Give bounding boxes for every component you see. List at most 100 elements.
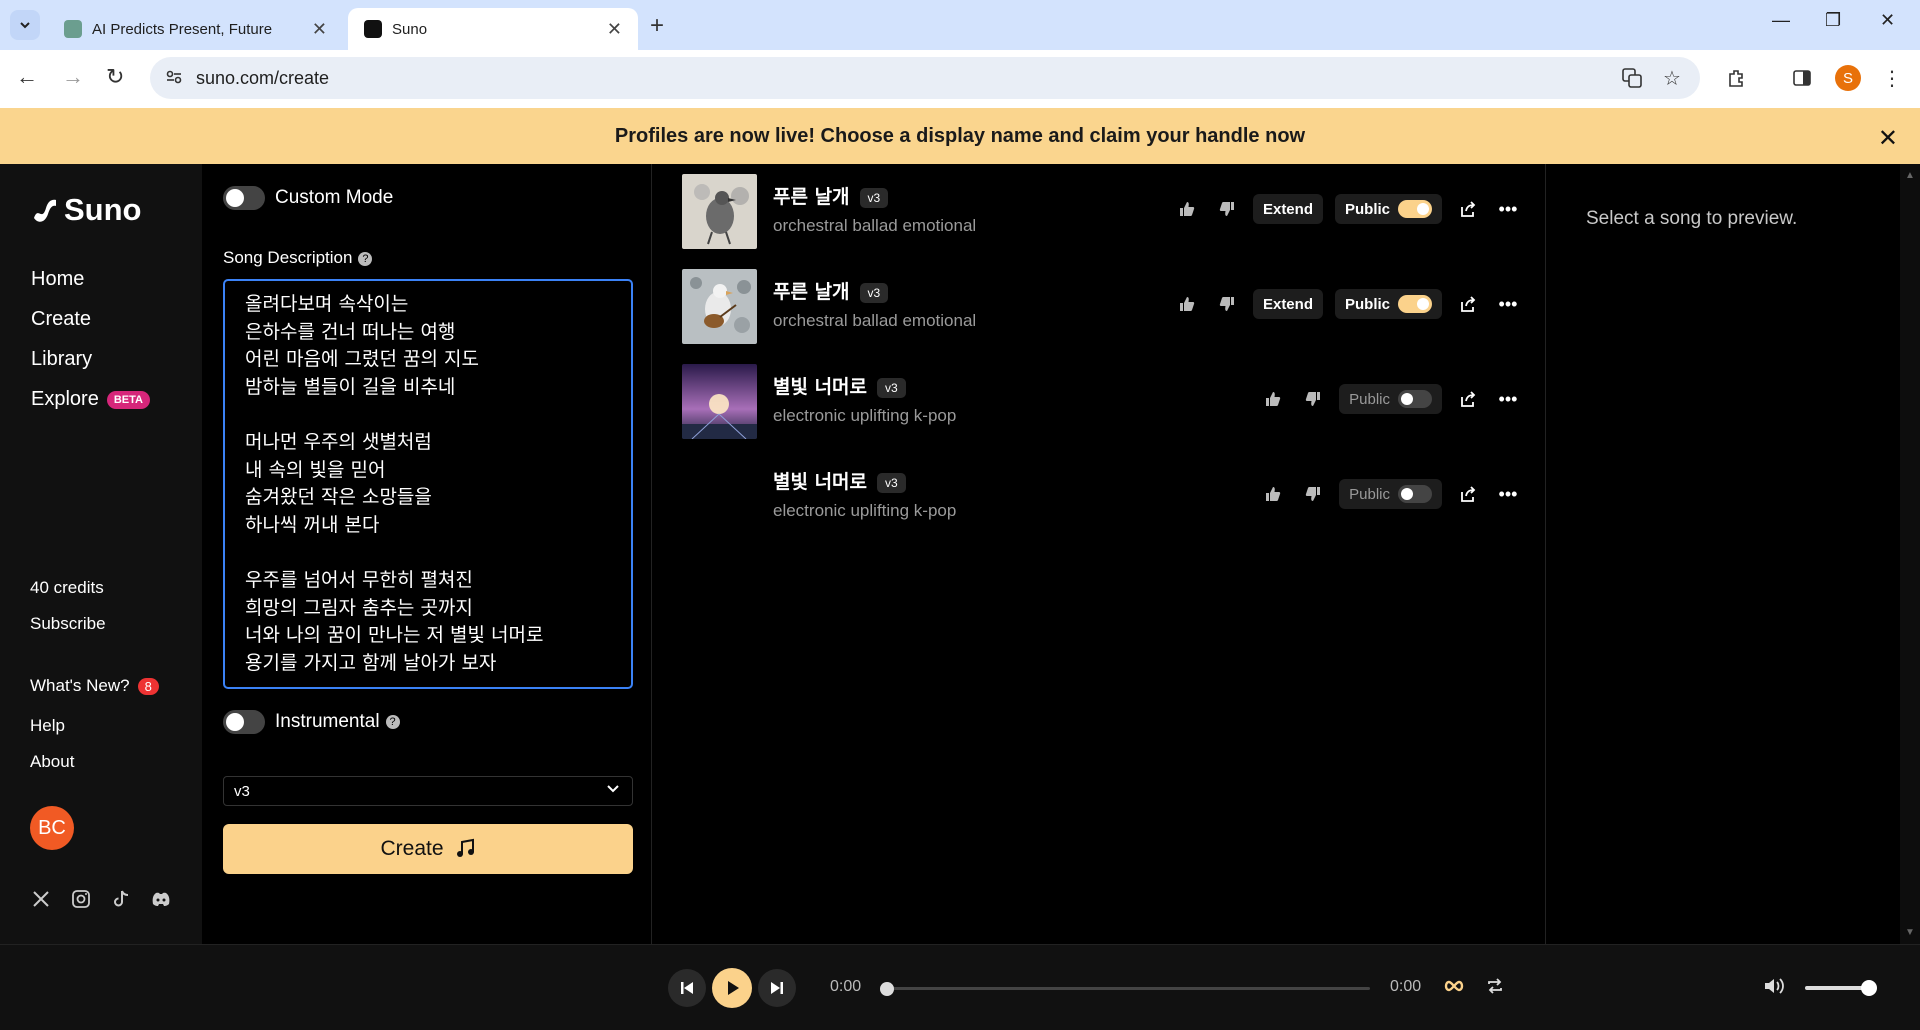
tab-suno[interactable]: Suno ✕ bbox=[348, 8, 638, 50]
about-link[interactable]: About bbox=[30, 752, 74, 772]
song-title[interactable]: 별빛 너머로 v3 bbox=[773, 467, 906, 494]
public-toggle[interactable] bbox=[1398, 200, 1432, 218]
tiktok-icon[interactable] bbox=[109, 887, 133, 911]
thumbs-up-icon[interactable] bbox=[1259, 385, 1287, 413]
thumbs-up-icon[interactable] bbox=[1173, 290, 1201, 318]
instrumental-toggle[interactable] bbox=[223, 710, 265, 734]
site-settings-icon[interactable] bbox=[164, 67, 184, 87]
song-title[interactable]: 푸른 날개 v3 bbox=[773, 182, 889, 209]
x-twitter-icon[interactable] bbox=[29, 887, 53, 911]
skip-back-icon[interactable] bbox=[668, 969, 706, 1007]
subscribe-link[interactable]: Subscribe bbox=[30, 614, 106, 634]
announcement-banner: Profiles are now live! Choose a display … bbox=[0, 108, 1920, 164]
chevron-down-icon bbox=[20, 22, 30, 29]
thumbs-up-icon[interactable] bbox=[1173, 195, 1201, 223]
model-version-select[interactable]: v3 bbox=[223, 776, 633, 806]
side-panel-icon[interactable] bbox=[1790, 66, 1814, 90]
forward-icon[interactable]: → bbox=[62, 64, 84, 90]
tab-ai-predicts[interactable]: AI Predicts Present, Future ✕ bbox=[48, 8, 343, 50]
more-options-icon[interactable]: ••• bbox=[1494, 290, 1522, 318]
thumbs-up-icon[interactable] bbox=[1259, 480, 1287, 508]
public-toggle[interactable] bbox=[1398, 390, 1432, 408]
nav-library[interactable]: Library bbox=[31, 348, 92, 371]
public-toggle-control[interactable]: Public bbox=[1334, 194, 1442, 224]
song-description-textarea[interactable]: 올려다보며 속삭이는 은하수를 건너 떠나는 여행 어린 마음에 그렸던 꿈의 … bbox=[223, 279, 633, 689]
play-icon[interactable] bbox=[712, 968, 752, 1008]
song-cover-image[interactable] bbox=[682, 174, 757, 249]
close-icon[interactable]: ✕ bbox=[1878, 124, 1898, 153]
scroll-up-icon[interactable]: ▲ bbox=[1905, 170, 1915, 181]
thumbs-down-icon[interactable] bbox=[1299, 385, 1327, 413]
share-icon[interactable] bbox=[1454, 195, 1482, 223]
help-icon[interactable]: ? bbox=[358, 251, 373, 266]
custom-mode-toggle[interactable] bbox=[223, 186, 265, 210]
thumbs-down-icon[interactable] bbox=[1299, 480, 1327, 508]
bookmark-star-icon[interactable]: ☆ bbox=[1660, 66, 1684, 90]
banner-text[interactable]: Profiles are now live! Choose a display … bbox=[615, 125, 1305, 148]
volume-icon[interactable] bbox=[1762, 975, 1786, 1002]
song-row[interactable]: 별빛 너머로 v3 electronic uplifting k-pop Publ… bbox=[682, 459, 1522, 539]
whats-new-link[interactable]: What's New? 8 bbox=[30, 676, 159, 696]
thumbs-down-icon[interactable] bbox=[1213, 290, 1241, 318]
extensions-icon[interactable] bbox=[1724, 66, 1748, 90]
song-cover-placeholder[interactable] bbox=[682, 459, 757, 534]
skip-forward-icon[interactable] bbox=[758, 969, 796, 1007]
minimize-icon[interactable]: — bbox=[1772, 10, 1790, 31]
progress-bar[interactable] bbox=[880, 982, 1370, 996]
song-row[interactable]: 푸른 날개 v3 orchestral ballad emotional Exte… bbox=[682, 269, 1522, 349]
repeat-icon[interactable] bbox=[1484, 975, 1506, 1002]
tab-search-button[interactable] bbox=[10, 10, 40, 40]
share-icon[interactable] bbox=[1454, 290, 1482, 318]
scroll-down-icon[interactable]: ▼ bbox=[1905, 927, 1915, 938]
public-toggle-control[interactable]: Public bbox=[1339, 384, 1442, 414]
more-options-icon[interactable]: ••• bbox=[1494, 385, 1522, 413]
song-cover-image[interactable] bbox=[682, 364, 757, 439]
create-button[interactable]: Create bbox=[223, 824, 633, 874]
back-icon[interactable]: ← bbox=[16, 64, 38, 90]
song-list: 푸른 날개 v3 orchestral ballad emotional Exte… bbox=[652, 164, 1545, 944]
audio-player: 0:00 0:00 bbox=[0, 944, 1920, 1030]
close-tab-icon[interactable]: ✕ bbox=[312, 19, 327, 40]
song-style: electronic uplifting k-pop bbox=[773, 406, 957, 425]
public-toggle-control[interactable]: Public bbox=[1334, 289, 1442, 319]
reload-icon[interactable]: ↻ bbox=[106, 64, 124, 90]
close-window-icon[interactable]: ✕ bbox=[1880, 10, 1895, 31]
volume-knob[interactable] bbox=[1861, 980, 1877, 996]
instagram-icon[interactable] bbox=[69, 887, 93, 911]
thumbs-down-icon[interactable] bbox=[1213, 195, 1241, 223]
extend-button[interactable]: Extend bbox=[1252, 289, 1323, 319]
model-version-value: v3 bbox=[234, 782, 250, 800]
suno-logo[interactable]: Suno bbox=[30, 192, 142, 228]
more-options-icon[interactable]: ••• bbox=[1494, 480, 1522, 508]
song-title[interactable]: 푸른 날개 v3 bbox=[773, 277, 889, 304]
menu-kebab-icon[interactable]: ⋮ bbox=[1880, 66, 1904, 90]
profile-avatar[interactable]: S bbox=[1835, 65, 1861, 91]
restore-icon[interactable]: ❐ bbox=[1825, 10, 1841, 31]
public-toggle[interactable] bbox=[1398, 295, 1432, 313]
nav-explore[interactable]: Explore BETA bbox=[31, 388, 150, 411]
song-row[interactable]: 별빛 너머로 v3 electronic uplifting k-pop Publ… bbox=[682, 364, 1522, 444]
help-icon[interactable]: ? bbox=[385, 714, 400, 729]
song-title[interactable]: 별빛 너머로 v3 bbox=[773, 372, 906, 399]
translate-icon[interactable] bbox=[1620, 66, 1644, 90]
share-icon[interactable] bbox=[1454, 480, 1482, 508]
address-bar[interactable]: suno.com/create bbox=[150, 57, 1700, 99]
song-cover-image[interactable] bbox=[682, 269, 757, 344]
share-icon[interactable] bbox=[1454, 385, 1482, 413]
user-avatar[interactable]: BC bbox=[30, 806, 74, 850]
public-toggle-control[interactable]: Public bbox=[1339, 479, 1442, 509]
infinite-loop-icon[interactable] bbox=[1443, 975, 1465, 1002]
song-row[interactable]: 푸른 날개 v3 orchestral ballad emotional Exte… bbox=[682, 174, 1522, 254]
discord-icon[interactable] bbox=[149, 887, 173, 911]
sidebar: Suno Home Create Library Explore BETA 40 … bbox=[0, 164, 202, 944]
more-options-icon[interactable]: ••• bbox=[1494, 195, 1522, 223]
new-tab-button[interactable]: + bbox=[650, 12, 664, 40]
public-toggle[interactable] bbox=[1398, 485, 1432, 503]
extend-button[interactable]: Extend bbox=[1252, 194, 1323, 224]
nav-create[interactable]: Create bbox=[31, 308, 91, 331]
nav-home[interactable]: Home bbox=[31, 268, 84, 291]
progress-knob[interactable] bbox=[880, 982, 894, 996]
scrollbar[interactable]: ▲ ▼ bbox=[1900, 164, 1920, 944]
help-link[interactable]: Help bbox=[30, 716, 65, 736]
close-tab-icon[interactable]: ✕ bbox=[607, 19, 622, 40]
